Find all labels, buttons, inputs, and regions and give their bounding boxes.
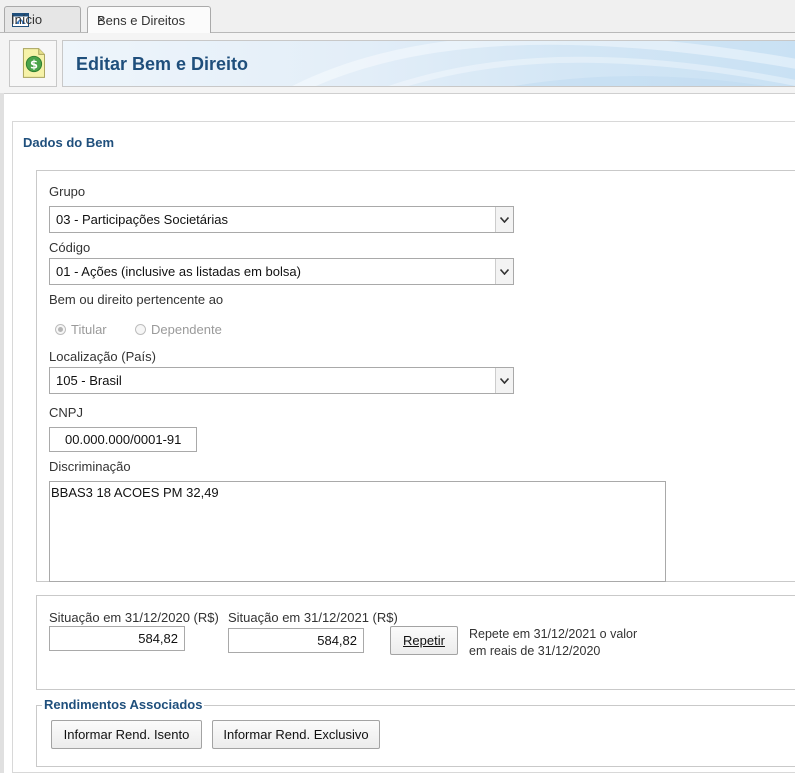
section-title: Dados do Bem (23, 135, 115, 150)
situacao-2021-label: Situação em 31/12/2021 (R$) (228, 610, 398, 625)
radio-dependente-control[interactable] (135, 324, 146, 335)
codigo-select[interactable]: 01 - Ações (inclusive as listadas em bol… (49, 258, 514, 285)
repetir-note: Repete em 31/12/2021 o valor em reais de… (469, 626, 637, 660)
discriminacao-textarea[interactable]: BBAS3 18 ACOES PM 32,49 (49, 481, 666, 582)
informar-rend-exclusivo-button[interactable]: Informar Rend. Exclusivo (212, 720, 380, 749)
codigo-label: Código (49, 240, 91, 255)
radio-dependente-label: Dependente (151, 322, 222, 337)
situacao-2021-input[interactable]: 584,82 (228, 628, 364, 653)
tab-inicio-label: Início (11, 12, 43, 27)
tab-bar: Início Bens e Direitos × (0, 0, 795, 33)
cnpj-label: CNPJ (49, 405, 83, 420)
page-header: $ Editar Bem e Direito (0, 33, 795, 93)
header-icon-box: $ (9, 40, 57, 87)
rendimentos-title: Rendimentos Associados (42, 697, 205, 712)
repetir-button[interactable]: Repetir (390, 626, 458, 655)
grupo-select[interactable]: 03 - Participações Societárias (49, 206, 514, 233)
grupo-value: 03 - Participações Societárias (56, 212, 228, 227)
radio-titular-control[interactable] (55, 324, 66, 335)
page-title: Editar Bem e Direito (76, 54, 249, 74)
chevron-down-icon[interactable] (495, 207, 513, 232)
repetir-note-line2: em reais de 31/12/2020 (469, 644, 601, 658)
money-document-icon: $ (22, 48, 45, 78)
radio-dependente[interactable]: Dependente (135, 322, 222, 337)
left-divider (0, 93, 4, 773)
situacao-2020-label: Situação em 31/12/2020 (R$) (49, 610, 219, 625)
chevron-down-icon[interactable] (495, 259, 513, 284)
pertencente-label: Bem ou direito pertencente ao (49, 292, 224, 307)
divider (0, 93, 795, 94)
repetir-note-line1: Repete em 31/12/2021 o valor (469, 627, 638, 641)
localizacao-label: Localização (País) (49, 349, 156, 364)
informar-rend-isento-button[interactable]: Informar Rend. Isento (51, 720, 202, 749)
svg-text:$: $ (30, 57, 38, 71)
chevron-down-icon[interactable] (495, 368, 513, 393)
grupo-label: Grupo (49, 184, 86, 199)
codigo-value: 01 - Ações (inclusive as listadas em bol… (56, 264, 301, 279)
header-banner: Editar Bem e Direito (62, 40, 795, 87)
discriminacao-label: Discriminação (49, 459, 131, 474)
radio-titular-label: Titular (71, 322, 107, 337)
localizacao-value: 105 - Brasil (56, 373, 122, 388)
banner-decoration (292, 41, 795, 86)
localizacao-select[interactable]: 105 - Brasil (49, 367, 514, 394)
tab-bens-label: Bens e Direitos (97, 12, 186, 28)
tab-inicio[interactable]: Início (4, 6, 81, 32)
radio-titular[interactable]: Titular (55, 322, 107, 337)
tab-bens-e-direitos[interactable]: Bens e Direitos × (87, 6, 211, 33)
cnpj-input[interactable]: 00.000.000/0001-91 (49, 427, 197, 452)
situacao-2020-input[interactable]: 584,82 (49, 626, 185, 651)
